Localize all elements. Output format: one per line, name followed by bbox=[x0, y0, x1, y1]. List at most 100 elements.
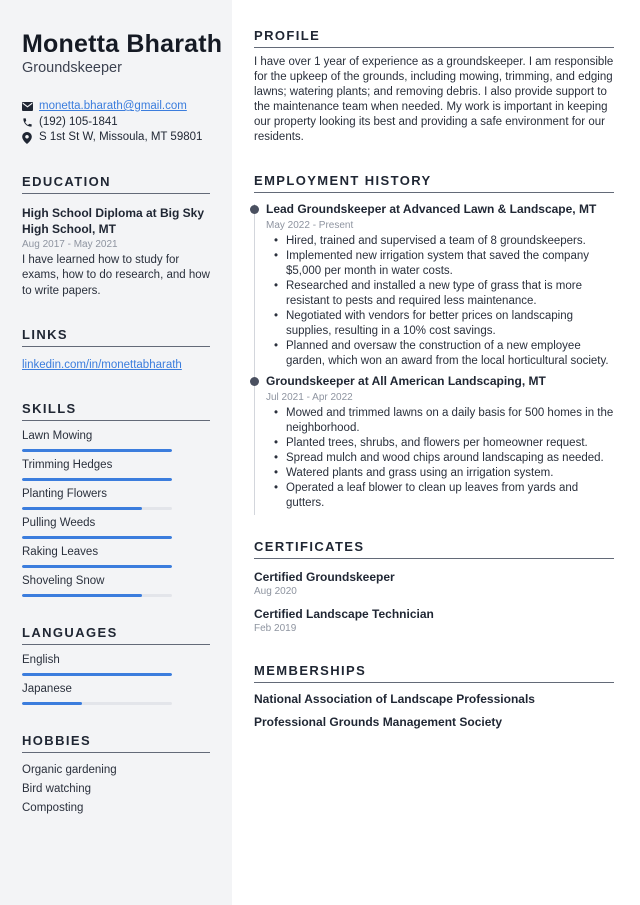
job-dates: May 2022 - Present bbox=[266, 220, 354, 231]
skill-item-level-bar bbox=[22, 565, 172, 568]
envelope-icon bbox=[22, 102, 39, 112]
skills-heading: SKILLS bbox=[22, 401, 210, 421]
membership-item: National Association of Landscape Profes… bbox=[254, 692, 535, 706]
membership-item: Professional Grounds Management Society bbox=[254, 715, 503, 729]
hobbies-heading: HOBBIES bbox=[22, 733, 210, 753]
job-dates: Jul 2021 - Apr 2022 bbox=[266, 392, 353, 403]
education-dates: Aug 2017 - May 2021 bbox=[22, 238, 118, 250]
certificate-date: Feb 2019 bbox=[254, 623, 297, 634]
job-bullet: Negotiated with vendors for better price… bbox=[274, 309, 614, 339]
contact-address-row: S 1st St W, Missoula, MT 59801 bbox=[22, 130, 210, 146]
certificate-date: Aug 2020 bbox=[254, 586, 297, 597]
job-bullet: Implemented new irrigation system that s… bbox=[274, 249, 614, 279]
certificate-title: Certified Landscape Technician bbox=[254, 607, 434, 621]
email-link[interactable]: monetta.bharath@gmail.com bbox=[39, 99, 187, 115]
map-pin-icon bbox=[22, 131, 39, 144]
language-item: Japanese bbox=[22, 682, 210, 705]
job-bullet: Planted trees, shrubs, and flowers per h… bbox=[274, 436, 614, 451]
skill-item-level-bar bbox=[22, 594, 172, 597]
skill-item-label: Planting Flowers bbox=[22, 488, 108, 500]
skill-item: Pulling Weeds bbox=[22, 516, 210, 539]
languages-heading: LANGUAGES bbox=[22, 625, 210, 645]
skill-item-level-fill bbox=[22, 449, 172, 452]
languages-section: LANGUAGES English Japanese bbox=[22, 625, 210, 705]
skills-section: SKILLS Lawn Mowing Trimming Hedges Plantin… bbox=[22, 401, 210, 597]
profile-heading: PROFILE bbox=[254, 28, 614, 48]
language-item-level-bar bbox=[22, 702, 172, 705]
skill-item-level-fill bbox=[22, 478, 172, 481]
phone-number: (192) 105-1841 bbox=[39, 115, 118, 128]
profile-text: I have over 1 year of experience as a gr… bbox=[254, 56, 614, 143]
job-bullet: Mowed and trimmed lawns on a daily basis… bbox=[274, 406, 614, 436]
job-bullet: Spread mulch and wood chips around lands… bbox=[274, 451, 614, 466]
skill-item-level-fill bbox=[22, 594, 142, 597]
skill-item-level-fill bbox=[22, 536, 172, 539]
timeline-dot-icon bbox=[250, 205, 259, 214]
skill-item: Planting Flowers bbox=[22, 487, 210, 510]
job-bullet: Researched and installed a new type of g… bbox=[274, 279, 614, 309]
skill-item-label: Trimming Hedges bbox=[22, 459, 113, 471]
contact-phone-row: (192) 105-1841 bbox=[22, 115, 210, 131]
profile-section: PROFILE I have over 1 year of experience… bbox=[254, 28, 614, 145]
skill-item: Lawn Mowing bbox=[22, 429, 210, 452]
skill-item-level-fill bbox=[22, 507, 142, 510]
address: S 1st St W, Missoula, MT 59801 bbox=[39, 131, 203, 143]
certificate-title: Certified Groundskeeper bbox=[254, 570, 395, 584]
hobbies-section: HOBBIES Organic gardening Bird watching … bbox=[22, 733, 210, 818]
skill-item-label: Raking Leaves bbox=[22, 546, 99, 558]
skill-item-level-bar bbox=[22, 507, 172, 510]
language-item-level-bar bbox=[22, 673, 172, 676]
links-heading: LINKS bbox=[22, 327, 210, 347]
employment-section: EMPLOYMENT HISTORY Lead Groundskeeper at… bbox=[250, 173, 614, 515]
skill-item-label: Shoveling Snow bbox=[22, 575, 105, 587]
education-heading: EDUCATION bbox=[22, 174, 210, 194]
skill-item: Raking Leaves bbox=[22, 545, 210, 568]
memberships-heading: MEMBERSHIPS bbox=[254, 663, 614, 683]
language-item-label: English bbox=[22, 654, 60, 666]
skills-list: Lawn Mowing Trimming Hedges Planting Flowe… bbox=[22, 429, 210, 597]
job-entry: Groundskeeper at All American Landscapin… bbox=[250, 374, 614, 511]
job-bullet: Hired, trained and supervised a team of … bbox=[274, 234, 614, 249]
certificate-item: Certified Landscape Technician Feb 2019 bbox=[254, 606, 614, 635]
skill-item-level-bar bbox=[22, 449, 172, 452]
job-bullets: Mowed and trimmed lawns on a daily basis… bbox=[266, 406, 614, 511]
phone-icon bbox=[22, 117, 39, 128]
skill-item-label: Lawn Mowing bbox=[22, 430, 93, 442]
employment-heading: EMPLOYMENT HISTORY bbox=[254, 173, 614, 193]
skill-item-level-fill bbox=[22, 565, 172, 568]
candidate-name: Monetta Bharath bbox=[22, 30, 223, 58]
job-title: Groundskeeper at All American Landscapin… bbox=[266, 374, 546, 388]
links-section: LINKS linkedin.com/in/monettabharath bbox=[22, 327, 210, 373]
hobby-item: Bird watching bbox=[22, 783, 92, 795]
linkedin-link[interactable]: linkedin.com/in/monettabharath bbox=[22, 358, 210, 373]
employment-timeline: Lead Groundskeeper at Advanced Lawn & La… bbox=[250, 202, 614, 515]
education-title: High School Diploma at Big Sky High Scho… bbox=[22, 205, 205, 237]
job-bullet: Planned and oversaw the construction of … bbox=[274, 339, 614, 369]
hobby-item: Composting bbox=[22, 802, 84, 814]
skill-item-level-bar bbox=[22, 478, 172, 481]
candidate-job-title: Groundskeeper bbox=[22, 60, 122, 76]
skill-item: Trimming Hedges bbox=[22, 458, 210, 481]
skill-item-level-bar bbox=[22, 536, 172, 539]
languages-list: English Japanese bbox=[22, 653, 210, 705]
memberships-list: National Association of Landscape Profes… bbox=[254, 691, 614, 730]
job-title: Lead Groundskeeper at Advanced Lawn & La… bbox=[266, 202, 597, 216]
certificate-item: Certified Groundskeeper Aug 2020 bbox=[254, 569, 614, 598]
job-bullet: Operated a leaf blower to clean up leave… bbox=[274, 481, 614, 511]
sidebar: Monetta Bharath Groundskeeper monetta.bh… bbox=[0, 0, 232, 905]
education-section: EDUCATION High School Diploma at Big Sky… bbox=[22, 174, 210, 300]
education-description: I have learned how to study for exams, h… bbox=[22, 253, 210, 297]
job-bullet: Watered plants and grass using an irriga… bbox=[274, 466, 614, 481]
skill-item-label: Pulling Weeds bbox=[22, 517, 96, 529]
job-bullets: Hired, trained and supervised a team of … bbox=[266, 234, 614, 369]
job-entry: Lead Groundskeeper at Advanced Lawn & La… bbox=[250, 202, 614, 369]
language-item-label: Japanese bbox=[22, 683, 72, 695]
memberships-section: MEMBERSHIPS National Association of Land… bbox=[254, 663, 614, 730]
contact-info: monetta.bharath@gmail.com (192) 105-1841… bbox=[22, 99, 210, 146]
language-item: English bbox=[22, 653, 210, 676]
main-content: PROFILE I have over 1 year of experience… bbox=[250, 0, 614, 758]
language-item-level-fill bbox=[22, 673, 172, 676]
hobbies-list: Organic gardening Bird watching Composti… bbox=[22, 761, 210, 818]
language-item-level-fill bbox=[22, 702, 82, 705]
certificates-heading: CERTIFICATES bbox=[254, 539, 614, 559]
